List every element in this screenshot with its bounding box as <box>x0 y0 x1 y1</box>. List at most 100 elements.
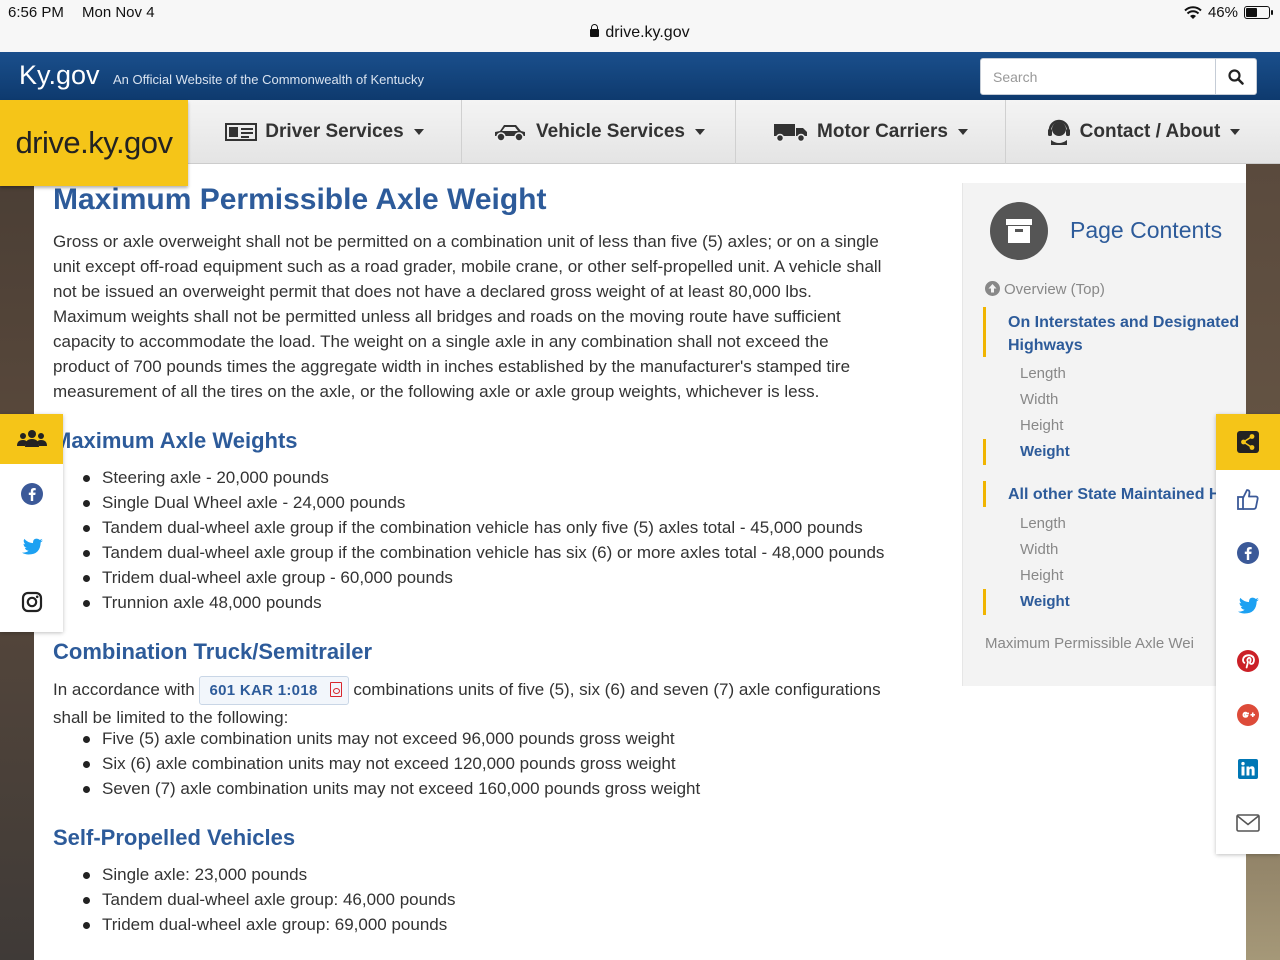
share-bar <box>1216 414 1280 854</box>
headset-icon <box>1047 119 1070 145</box>
self-propelled-heading: Self-Propelled Vehicles <box>53 825 296 850</box>
list-item: Six (6) axle combination units may not e… <box>80 751 940 776</box>
toc-item-height[interactable]: Height <box>1020 417 1063 434</box>
status-date: Mon Nov 4 <box>82 4 155 21</box>
list-item: Tandem dual-wheel axle group if the comb… <box>80 515 940 540</box>
combination-heading: Combination Truck/Semitrailer <box>53 639 373 664</box>
intro-paragraph: Gross or axle overweight shall not be pe… <box>53 229 925 404</box>
id-card-icon <box>225 123 258 141</box>
page-contents-panel: Page Contents Overview (Top) On Intersta… <box>962 183 1246 686</box>
combination-prefix: In accordance with <box>53 680 195 699</box>
toc-section-state-maintained[interactable]: All other State Maintained H <box>1008 483 1220 506</box>
page-title: Maximum Permissible Axle Weight <box>53 183 547 216</box>
share-toggle[interactable] <box>1216 414 1280 470</box>
share-icon <box>1237 431 1259 453</box>
toc-item-height[interactable]: Height <box>1020 567 1063 584</box>
toc-overview[interactable]: Overview (Top) <box>985 281 1105 298</box>
like-button[interactable] <box>1216 472 1280 526</box>
nav-label: Motor Carriers <box>817 121 948 142</box>
toc-section-interstates[interactable]: On Interstates and Designated Highways <box>1008 311 1239 357</box>
address-bar[interactable]: drive.ky.gov <box>0 24 1280 42</box>
battery-percent: 46% <box>1207 4 1238 21</box>
nav-driver-services[interactable]: Driver Services <box>188 100 462 164</box>
instagram-icon <box>21 591 42 613</box>
pdf-icon <box>329 682 342 697</box>
share-google-plus-button[interactable] <box>1216 688 1280 742</box>
list-item: Tandem dual-wheel axle group: 46,000 pou… <box>80 887 940 912</box>
nav-vehicle-services[interactable]: Vehicle Services <box>462 100 736 164</box>
kygov-logo[interactable]: Ky.gov <box>19 60 100 91</box>
share-linkedin-button[interactable] <box>1216 742 1280 796</box>
toc-item-width[interactable]: Width <box>1020 541 1058 558</box>
social-follow-toggle[interactable] <box>0 414 63 464</box>
list-item: Single Dual Wheel axle - 24,000 pounds <box>80 490 940 515</box>
kygov-tagline: An Official Website of the Commonwealth … <box>113 72 424 87</box>
list-item: Single axle: 23,000 pounds <box>80 862 940 887</box>
google-plus-icon <box>1237 704 1259 726</box>
intro-line: unit except off-road equipment such as a… <box>53 257 882 276</box>
list-item: Tandem dual-wheel axle group if the comb… <box>80 540 940 565</box>
nav-contact-about[interactable]: Contact / About <box>1006 100 1280 164</box>
toc-active-marker <box>983 439 986 465</box>
toc-max-axle-weight[interactable]: Maximum Permissible Axle Wei <box>985 635 1194 652</box>
list-item: Seven (7) axle combination units may not… <box>80 776 940 801</box>
share-email-button[interactable] <box>1216 796 1280 850</box>
combination-list: Five (5) axle combination units may not … <box>80 726 940 801</box>
nav-label: Vehicle Services <box>536 121 685 142</box>
status-time: 6:56 PM <box>8 4 64 21</box>
site-logo[interactable]: drive.ky.gov <box>0 100 188 186</box>
toc-active-marker <box>983 481 986 507</box>
twitter-link[interactable] <box>0 521 63 575</box>
toc-item-width[interactable]: Width <box>1020 391 1058 408</box>
axle-weights-list: Steering axle - 20,000 pounds Single Dua… <box>80 465 940 615</box>
self-propelled-list: Single axle: 23,000 pounds Tandem dual-w… <box>80 862 940 937</box>
list-item: Tridem dual-wheel axle group: 69,000 pou… <box>80 912 940 937</box>
share-facebook-button[interactable] <box>1216 526 1280 580</box>
intro-line: measurement of all the tires on the axle… <box>53 382 820 401</box>
linkedin-icon <box>1238 759 1258 779</box>
nav-motor-carriers[interactable]: Motor Carriers <box>736 100 1006 164</box>
intro-line: Maximum weights shall not be permitted u… <box>53 307 841 326</box>
url-text: drive.ky.gov <box>605 24 690 41</box>
share-pinterest-button[interactable] <box>1216 634 1280 688</box>
archive-icon <box>1006 219 1032 243</box>
social-follow-bar <box>0 414 63 632</box>
page-contents-title: Page Contents <box>1070 217 1223 243</box>
search-input[interactable] <box>981 59 1216 94</box>
list-item: Trunnion axle 48,000 pounds <box>80 590 940 615</box>
toc-item-length[interactable]: Length <box>1020 515 1066 532</box>
twitter-icon <box>1238 597 1259 614</box>
group-icon <box>16 430 47 447</box>
site-logo-text: drive.ky.gov <box>15 125 173 160</box>
search-button[interactable] <box>1215 59 1256 94</box>
combination-suffix: combinations units of five (5), six (6) … <box>353 680 881 699</box>
nav-label: Contact / About <box>1079 121 1221 142</box>
axle-weights-heading: Maximum Axle Weights <box>53 428 298 453</box>
intro-line: capacity to accommodate the load. The we… <box>53 332 829 351</box>
facebook-link[interactable] <box>0 467 63 521</box>
list-item: Steering axle - 20,000 pounds <box>80 465 940 490</box>
pinterest-icon <box>1237 650 1259 672</box>
toc-item-weight[interactable]: Weight <box>1020 443 1070 460</box>
chevron-down-icon <box>1230 129 1241 135</box>
lock-icon <box>590 24 600 37</box>
share-twitter-button[interactable] <box>1216 580 1280 634</box>
toc-item-length[interactable]: Length <box>1020 365 1066 382</box>
arrow-up-circle-icon <box>985 281 1000 296</box>
wifi-icon <box>1184 5 1202 19</box>
page-contents-badge <box>990 202 1048 260</box>
search-icon <box>1228 68 1244 85</box>
intro-line: not be issued an overweight permit that … <box>53 282 812 301</box>
chevron-down-icon <box>413 129 424 135</box>
status-right: 46% <box>1184 4 1273 21</box>
toc-section-line: Highways <box>1008 337 1083 354</box>
facebook-icon <box>1237 542 1259 564</box>
toc-section-line: On Interstates and Designated <box>1008 314 1240 331</box>
kar-regulation-link[interactable]: 601 KAR 1:018 <box>199 676 349 705</box>
kygov-header: Ky.gov An Official Website of the Common… <box>0 52 1280 100</box>
battery-fill <box>1246 8 1258 17</box>
instagram-link[interactable] <box>0 575 63 629</box>
status-bar: 6:56 PM Mon Nov 4 46% drive.ky.gov <box>0 0 1280 52</box>
toc-item-weight[interactable]: Weight <box>1020 593 1070 610</box>
nav-label: Driver Services <box>265 121 404 142</box>
